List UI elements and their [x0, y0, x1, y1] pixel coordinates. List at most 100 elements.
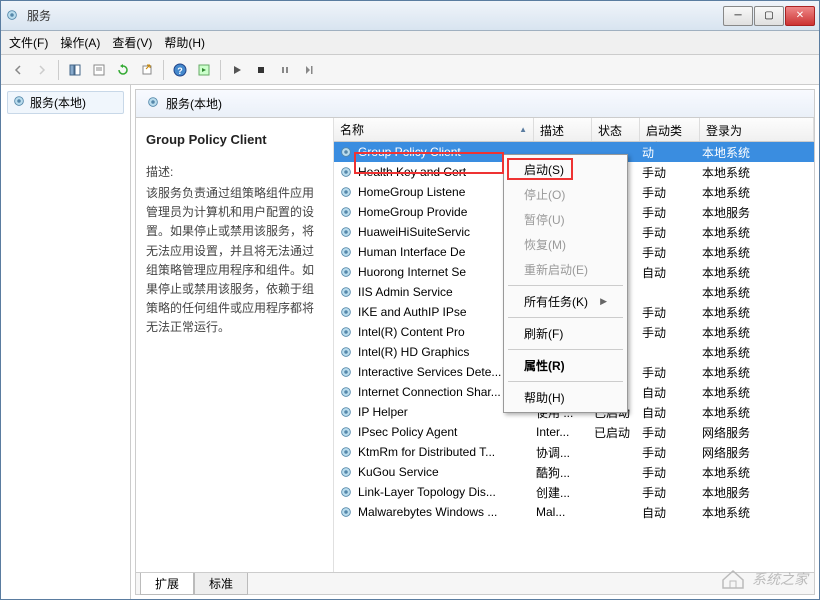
service-name: IP Helper [358, 405, 408, 419]
service-icon [338, 164, 354, 180]
ctx-help[interactable]: 帮助(H) [506, 385, 625, 410]
list-header: 名称▲ 描述 状态 启动类型 登录为 [334, 118, 814, 142]
service-row[interactable]: IPsec Policy AgentInter...已启动手动网络服务 [334, 422, 814, 442]
services-app-icon [5, 8, 21, 24]
service-icon [338, 284, 354, 300]
service-icon [338, 364, 354, 380]
service-start-type: 自动 [640, 504, 700, 521]
service-name: Huorong Internet Se [358, 265, 466, 279]
service-name: Interactive Services Dete... [358, 365, 501, 379]
col-header-name[interactable]: 名称▲ [334, 118, 534, 141]
nav-back-button[interactable] [7, 59, 29, 81]
tree-services-local[interactable]: 服务(本地) [7, 91, 124, 114]
ctx-restart: 重新启动(E) [506, 257, 625, 282]
ctx-all-tasks[interactable]: 所有任务(K)▶ [506, 289, 625, 314]
export-button[interactable] [136, 59, 158, 81]
service-icon [338, 464, 354, 480]
service-icon [338, 344, 354, 360]
menu-file[interactable]: 文件(F) [9, 34, 48, 51]
service-logon: 本地系统 [700, 304, 814, 321]
refresh-button[interactable] [112, 59, 134, 81]
service-name: Intel(R) Content Pro [358, 325, 465, 339]
service-logon: 本地系统 [700, 264, 814, 281]
service-logon: 本地服务 [700, 204, 814, 221]
service-icon [338, 404, 354, 420]
col-header-status[interactable]: 状态 [592, 118, 640, 141]
main-body: 服务(本地) 服务(本地) Group Policy Client 描述: 该服… [1, 85, 819, 599]
service-row[interactable]: Malwarebytes Windows ...Mal...自动本地系统 [334, 502, 814, 522]
service-logon: 本地系统 [700, 364, 814, 381]
menu-action[interactable]: 操作(A) [60, 34, 100, 51]
minimize-button[interactable]: ─ [723, 6, 753, 26]
service-name: KtmRm for Distributed T... [358, 445, 495, 459]
ctx-stop: 停止(O) [506, 182, 625, 207]
context-menu: 启动(S) 停止(O) 暂停(U) 恢复(M) 重新启动(E) 所有任务(K)▶… [503, 154, 628, 413]
result-pane: 服务(本地) Group Policy Client 描述: 该服务负责通过组策… [135, 89, 815, 595]
tab-standard[interactable]: 标准 [194, 573, 248, 595]
col-header-logon[interactable]: 登录为 [700, 118, 814, 141]
ctx-resume: 恢复(M) [506, 232, 625, 257]
submenu-arrow-icon: ▶ [600, 296, 607, 307]
ctx-properties[interactable]: 属性(R) [506, 353, 625, 378]
service-name: KuGou Service [358, 465, 439, 479]
service-desc: 酷狗... [534, 464, 592, 481]
help-button[interactable]: ? [169, 59, 191, 81]
ctx-pause: 暂停(U) [506, 207, 625, 232]
ctx-separator [508, 381, 623, 382]
service-start-type: 手动 [640, 364, 700, 381]
service-name: Link-Layer Topology Dis... [358, 485, 496, 499]
service-logon: 本地服务 [700, 484, 814, 501]
properties-button[interactable] [88, 59, 110, 81]
action-pane-button[interactable] [193, 59, 215, 81]
ctx-separator [508, 349, 623, 350]
service-start-type: 手动 [640, 164, 700, 181]
service-desc: Inter... [534, 425, 592, 439]
ctx-start[interactable]: 启动(S) [506, 157, 625, 182]
service-logon: 本地系统 [700, 344, 814, 361]
show-hide-tree-button[interactable] [64, 59, 86, 81]
services-icon [146, 95, 160, 112]
service-logon: 本地系统 [700, 184, 814, 201]
col-header-desc[interactable]: 描述 [534, 118, 592, 141]
service-name: HuaweiHiSuiteServic [358, 225, 470, 239]
toolbar-separator [163, 60, 164, 80]
stop-service-button[interactable] [250, 59, 272, 81]
service-start-type: 自动 [640, 384, 700, 401]
service-icon [338, 484, 354, 500]
service-icon [338, 184, 354, 200]
service-start-type: 手动 [640, 424, 700, 441]
service-name: Malwarebytes Windows ... [358, 505, 497, 519]
view-tabs: 扩展 标准 [136, 572, 814, 594]
service-row[interactable]: KuGou Service酷狗...手动本地系统 [334, 462, 814, 482]
console-tree[interactable]: 服务(本地) [1, 85, 131, 599]
service-start-type: 手动 [640, 484, 700, 501]
nav-forward-button[interactable] [31, 59, 53, 81]
col-header-start[interactable]: 启动类型 [640, 118, 700, 141]
pause-service-button[interactable] [274, 59, 296, 81]
menu-help[interactable]: 帮助(H) [164, 34, 205, 51]
service-icon [338, 204, 354, 220]
tab-extended[interactable]: 扩展 [140, 573, 194, 595]
service-logon: 网络服务 [700, 444, 814, 461]
restart-service-button[interactable] [298, 59, 320, 81]
service-logon: 本地系统 [700, 224, 814, 241]
service-start-type: 手动 [640, 204, 700, 221]
service-logon: 本地系统 [700, 144, 814, 161]
toolbar-separator [220, 60, 221, 80]
close-button[interactable]: ✕ [785, 6, 815, 26]
sort-ascending-icon: ▲ [519, 125, 527, 134]
service-name: IPsec Policy Agent [358, 425, 457, 439]
ctx-refresh[interactable]: 刷新(F) [506, 321, 625, 346]
start-service-button[interactable] [226, 59, 248, 81]
service-row[interactable]: KtmRm for Distributed T...协调...手动网络服务 [334, 442, 814, 462]
service-row[interactable]: Link-Layer Topology Dis... 创建... 手动本地服务 [334, 482, 814, 502]
service-desc: 创建... [534, 484, 592, 501]
service-logon: 本地系统 [700, 404, 814, 421]
service-name: Intel(R) HD Graphics [358, 345, 469, 359]
ctx-separator [508, 317, 623, 318]
toolbar-separator [58, 60, 59, 80]
menu-view[interactable]: 查看(V) [112, 34, 152, 51]
service-start-type: 手动 [640, 224, 700, 241]
maximize-button[interactable]: ▢ [754, 6, 784, 26]
service-logon: 本地系统 [700, 504, 814, 521]
